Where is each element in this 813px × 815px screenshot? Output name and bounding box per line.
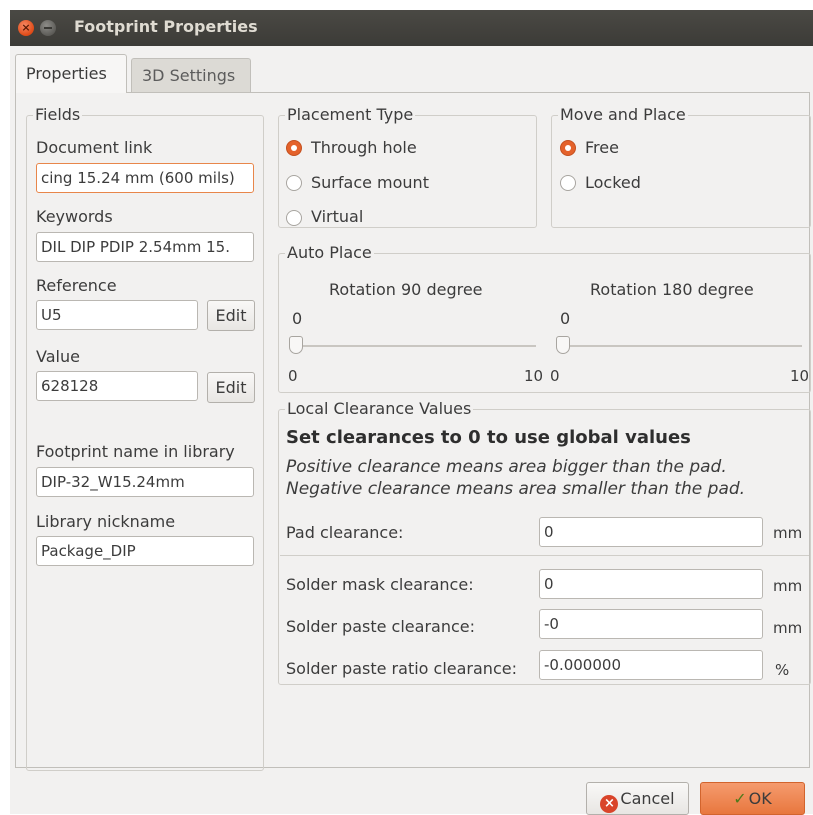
- solder-paste-clearance-label: Solder paste clearance:: [286, 617, 475, 636]
- close-icon[interactable]: ×: [18, 20, 34, 36]
- keywords-label: Keywords: [36, 207, 113, 226]
- surface-mount-label[interactable]: Surface mount: [311, 173, 429, 192]
- surface-mount-radio[interactable]: [286, 175, 302, 191]
- rotation-180-track[interactable]: [560, 345, 802, 347]
- footprint-name-label: Footprint name in library: [36, 442, 235, 461]
- rotation-90-track[interactable]: [292, 345, 536, 347]
- cancel-icon: ×: [600, 795, 619, 813]
- virtual-radio[interactable]: [286, 210, 302, 226]
- footprint-name-field[interactable]: DIP-32_W15.24mm: [36, 467, 254, 497]
- solder-mask-clearance-label: Solder mask clearance:: [286, 575, 474, 594]
- auto-place-legend: Auto Place: [285, 243, 374, 263]
- through-hole-label[interactable]: Through hole: [311, 138, 417, 157]
- fields-legend: Fields: [33, 105, 83, 125]
- reference-edit-button[interactable]: Edit: [207, 300, 255, 331]
- library-nickname-field[interactable]: Package_DIP: [36, 536, 254, 566]
- ok-button[interactable]: ✓ OK: [700, 782, 805, 815]
- free-label[interactable]: Free: [585, 138, 619, 157]
- rotation-90-title: Rotation 90 degree: [329, 280, 483, 299]
- rotation-90-min: 0: [288, 367, 298, 385]
- rotation-180-max: 10: [790, 367, 810, 385]
- rotation-90-slider-handle[interactable]: [289, 336, 303, 354]
- pad-clearance-unit: mm: [773, 524, 803, 542]
- clearance-separator: [280, 555, 809, 556]
- clearance-note-positive: Positive clearance means area bigger tha…: [286, 457, 727, 477]
- solder-paste-ratio-label: Solder paste ratio clearance:: [286, 659, 517, 678]
- rotation-90-value: 0: [292, 309, 303, 328]
- tab-3d-settings[interactable]: 3D Settings: [131, 58, 251, 92]
- virtual-label[interactable]: Virtual: [311, 207, 363, 226]
- library-nickname-label: Library nickname: [36, 512, 176, 531]
- value-edit-button[interactable]: Edit: [207, 372, 255, 403]
- title-bar: × Footprint Properties: [10, 10, 813, 46]
- minimize-icon[interactable]: [40, 20, 56, 36]
- window-title: Footprint Properties: [74, 17, 258, 36]
- document-link-label: Document link: [36, 138, 153, 157]
- value-label: Value: [36, 347, 80, 366]
- clearance-heading: Set clearances to 0 to use global values: [286, 427, 691, 448]
- pad-clearance-label: Pad clearance:: [286, 523, 404, 542]
- local-clearance-legend: Local Clearance Values: [285, 399, 474, 419]
- rotation-180-min: 0: [550, 367, 560, 385]
- checkmark-icon: ✓: [733, 789, 747, 808]
- rotation-90-max: 10: [524, 367, 544, 385]
- rotation-180-slider-handle[interactable]: [556, 336, 570, 354]
- placement-type-legend: Placement Type: [285, 105, 416, 125]
- free-radio[interactable]: [560, 140, 576, 156]
- solder-mask-clearance-field[interactable]: 0: [539, 569, 763, 599]
- locked-label[interactable]: Locked: [585, 173, 641, 192]
- move-place-group: Move and Place: [551, 105, 811, 228]
- document-link-field[interactable]: cing 15.24 mm (600 mils): [36, 163, 254, 193]
- solder-paste-ratio-unit: %: [775, 661, 790, 679]
- keywords-field[interactable]: DIL DIP PDIP 2.54mm 15.: [36, 232, 254, 262]
- solder-paste-clearance-unit: mm: [773, 619, 803, 637]
- rotation-180-value: 0: [560, 309, 571, 328]
- value-field[interactable]: 628128: [36, 371, 198, 401]
- ok-label: OK: [748, 789, 772, 808]
- auto-place-group: Auto Place: [278, 243, 811, 393]
- pad-clearance-field[interactable]: 0: [539, 517, 763, 547]
- tab-properties[interactable]: Properties: [15, 54, 127, 93]
- locked-radio[interactable]: [560, 175, 576, 191]
- solder-paste-clearance-field[interactable]: -0: [539, 609, 763, 639]
- dialog-window: × Footprint Properties Properties 3D Set…: [10, 10, 813, 815]
- cancel-label: Cancel: [620, 789, 675, 808]
- reference-label: Reference: [36, 276, 117, 295]
- properties-panel: Fields Document link cing 15.24 mm (600 …: [15, 92, 811, 771]
- move-place-legend: Move and Place: [558, 105, 688, 125]
- cancel-button[interactable]: × Cancel: [586, 782, 689, 815]
- solder-paste-ratio-field[interactable]: -0.000000: [539, 650, 763, 680]
- rotation-180-title: Rotation 180 degree: [590, 280, 754, 299]
- local-clearance-group: Local Clearance Values: [278, 399, 811, 685]
- reference-field[interactable]: U5: [36, 300, 198, 330]
- solder-mask-clearance-unit: mm: [773, 577, 803, 595]
- through-hole-radio[interactable]: [286, 140, 302, 156]
- clearance-note-negative: Negative clearance means area smaller th…: [286, 479, 746, 499]
